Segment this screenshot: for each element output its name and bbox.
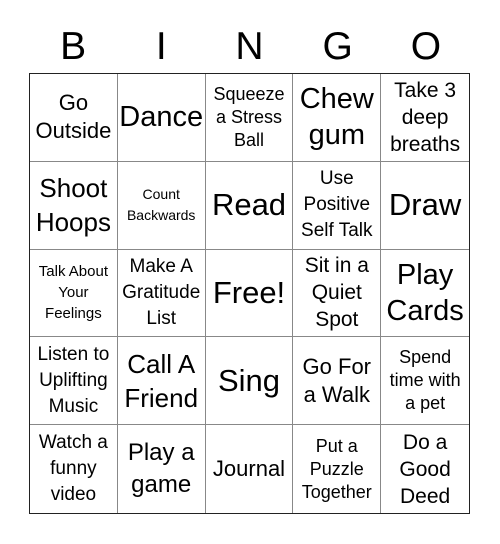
cell-text: Sit in a Quiet Spot: [304, 254, 369, 332]
bingo-cell[interactable]: Journal: [206, 425, 294, 513]
bingo-cell[interactable]: Use Positive Self Talk: [293, 161, 382, 250]
cell-text: Shoot Hoops: [35, 173, 111, 238]
cell-text: Chew gum: [299, 83, 374, 152]
bingo-cell[interactable]: Squeeze a Stress Ball: [205, 74, 294, 162]
header-letter-b: B: [60, 25, 87, 68]
cell-text: Put a Puzzle Together: [301, 435, 372, 502]
cell-text: Draw: [388, 187, 462, 223]
bingo-cell[interactable]: Chew gum: [293, 74, 382, 162]
cell-text: Spend time with a pet: [389, 347, 461, 414]
bingo-grid: Go Outside Dance Squeeze a Stress Ball C…: [29, 73, 470, 514]
cell-text: Read: [211, 187, 287, 223]
bingo-cell[interactable]: Take 3 deep breaths: [381, 74, 469, 162]
bingo-cell[interactable]: Count Backwards: [117, 161, 206, 250]
cell-text: Take 3 deep breaths: [390, 78, 461, 156]
cell-text: Squeeze a Stress Ball: [213, 83, 285, 150]
bingo-cell[interactable]: Dance: [117, 74, 206, 162]
cell-text: Sing: [217, 362, 281, 398]
bingo-header: B I N G O: [29, 22, 470, 72]
cell-text: Watch a funny video: [38, 432, 108, 506]
bingo-cell[interactable]: Put a Puzzle Together: [293, 425, 382, 513]
cell-text: Call A Friend: [124, 348, 199, 413]
bingo-cell[interactable]: Sit in a Quiet Spot: [293, 249, 382, 338]
cell-text: Play Cards: [386, 258, 464, 327]
bingo-cell[interactable]: Play Cards: [381, 250, 469, 338]
bingo-cell[interactable]: Sing: [205, 337, 294, 426]
cell-text: Talk About Your Feelings: [38, 263, 108, 323]
bingo-cell[interactable]: Talk About Your Feelings: [30, 249, 118, 338]
cell-text: Make A Gratitude List: [122, 255, 201, 329]
cell-text: Go Outside: [35, 90, 112, 144]
bingo-cell[interactable]: Play a game: [118, 425, 206, 513]
header-letter-o: O: [410, 25, 442, 68]
bingo-cell[interactable]: Read: [205, 161, 294, 250]
header-letter-n: N: [235, 25, 264, 68]
header-letter-g: G: [322, 25, 353, 68]
cell-text: Listen to Uplifting Music: [37, 343, 110, 417]
bingo-cell[interactable]: Make A Gratitude List: [117, 249, 206, 338]
cell-text: Count Backwards: [126, 186, 196, 224]
bingo-cell[interactable]: Shoot Hoops: [30, 161, 118, 250]
cell-text: Go For a Walk: [302, 353, 372, 407]
cell-text: Do a Good Deed: [399, 430, 451, 508]
bingo-cell[interactable]: Spend time with a pet: [381, 337, 469, 426]
bingo-cell[interactable]: Call A Friend: [117, 337, 206, 426]
cell-text: Journal: [212, 456, 286, 482]
bingo-cell[interactable]: Do a Good Deed: [381, 425, 469, 513]
cell-text: Dance: [119, 101, 204, 134]
free-space-text: Free!: [212, 274, 286, 310]
header-letter-i: I: [155, 25, 167, 68]
cell-text: Use Positive Self Talk: [301, 168, 373, 242]
bingo-cell[interactable]: Draw: [381, 162, 469, 250]
bingo-cell[interactable]: Listen to Uplifting Music: [30, 337, 118, 426]
cell-text: Play a game: [127, 439, 195, 499]
free-space-cell[interactable]: Free!: [205, 249, 294, 338]
bingo-cell[interactable]: Go Outside: [30, 74, 118, 162]
bingo-cell[interactable]: Go For a Walk: [293, 337, 382, 426]
bingo-cell[interactable]: Watch a funny video: [30, 425, 118, 513]
